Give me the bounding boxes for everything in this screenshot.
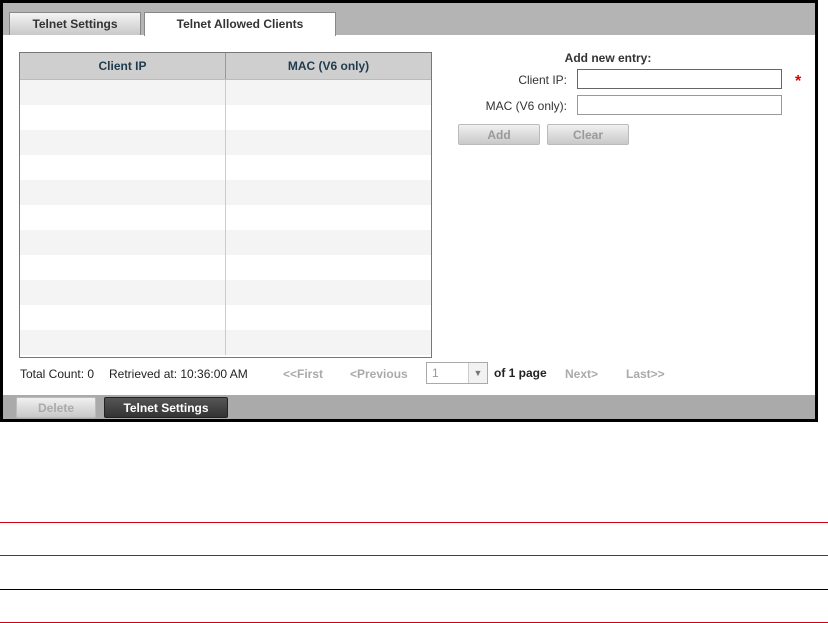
tab-telnet-settings[interactable]: Telnet Settings bbox=[9, 12, 141, 35]
cell-mac bbox=[226, 130, 431, 155]
tab-telnet-allowed-clients[interactable]: Telnet Allowed Clients bbox=[144, 12, 336, 36]
next-link[interactable]: Next> bbox=[565, 367, 598, 381]
cell-mac bbox=[226, 180, 431, 205]
telnet-settings-button[interactable]: Telnet Settings bbox=[104, 397, 228, 418]
cell-mac bbox=[226, 205, 431, 230]
cell-mac bbox=[226, 80, 431, 105]
cell-mac bbox=[226, 305, 431, 330]
column-mac[interactable]: MAC (V6 only) bbox=[226, 53, 431, 79]
tab-bar: Telnet Settings Telnet Allowed Clients bbox=[3, 3, 815, 36]
table-row[interactable] bbox=[20, 230, 431, 255]
cell-client-ip bbox=[20, 155, 226, 180]
cell-client-ip bbox=[20, 230, 226, 255]
add-entry-title: Add new entry: bbox=[564, 51, 652, 65]
cell-mac bbox=[226, 330, 431, 355]
table-row[interactable] bbox=[20, 280, 431, 305]
client-ip-input[interactable] bbox=[577, 69, 782, 89]
cell-client-ip bbox=[20, 305, 226, 330]
clients-grid: Client IP MAC (V6 only) bbox=[19, 52, 432, 358]
cell-client-ip bbox=[20, 130, 226, 155]
page-value: 1 bbox=[432, 366, 439, 380]
dialog: Telnet Settings Telnet Allowed Clients C… bbox=[0, 0, 818, 422]
table-row[interactable] bbox=[20, 155, 431, 180]
last-link[interactable]: Last>> bbox=[626, 367, 665, 381]
table-row[interactable] bbox=[20, 255, 431, 280]
cell-client-ip bbox=[20, 330, 226, 355]
mac-input[interactable] bbox=[577, 95, 782, 115]
page-select[interactable]: 1 ▼ bbox=[426, 362, 488, 384]
delete-button[interactable]: Delete bbox=[16, 397, 96, 418]
cell-mac bbox=[226, 105, 431, 130]
cell-client-ip bbox=[20, 105, 226, 130]
mac-label: MAC (V6 only): bbox=[485, 99, 567, 113]
client-ip-label: Client IP: bbox=[518, 73, 567, 87]
table-row[interactable] bbox=[20, 205, 431, 230]
cell-mac bbox=[226, 155, 431, 180]
divider bbox=[0, 555, 828, 556]
cell-client-ip bbox=[20, 180, 226, 205]
cell-mac bbox=[226, 230, 431, 255]
table-row[interactable] bbox=[20, 180, 431, 205]
table-row[interactable] bbox=[20, 330, 431, 355]
footer-bar: Delete Telnet Settings bbox=[3, 395, 815, 419]
cell-client-ip bbox=[20, 205, 226, 230]
grid-header: Client IP MAC (V6 only) bbox=[20, 53, 431, 80]
chevron-down-icon[interactable]: ▼ bbox=[468, 363, 487, 383]
table-row[interactable] bbox=[20, 80, 431, 105]
total-count: Total Count: 0 bbox=[20, 367, 95, 381]
cell-mac bbox=[226, 280, 431, 305]
required-icon: * bbox=[795, 73, 802, 90]
add-button[interactable]: Add bbox=[458, 124, 540, 145]
clear-button[interactable]: Clear bbox=[547, 124, 629, 145]
divider bbox=[0, 589, 828, 590]
cell-client-ip bbox=[20, 80, 226, 105]
cell-client-ip bbox=[20, 255, 226, 280]
table-row[interactable] bbox=[20, 105, 431, 130]
page-of: of 1 page bbox=[494, 366, 547, 380]
retrieved-at: Retrieved at: 10:36:00 AM bbox=[109, 367, 248, 381]
previous-link[interactable]: <Previous bbox=[350, 367, 408, 381]
divider bbox=[0, 522, 828, 523]
table-row[interactable] bbox=[20, 305, 431, 330]
table-row[interactable] bbox=[20, 130, 431, 155]
cell-client-ip bbox=[20, 280, 226, 305]
first-link[interactable]: <<First bbox=[283, 367, 323, 381]
column-client-ip[interactable]: Client IP bbox=[20, 53, 226, 79]
cell-mac bbox=[226, 255, 431, 280]
